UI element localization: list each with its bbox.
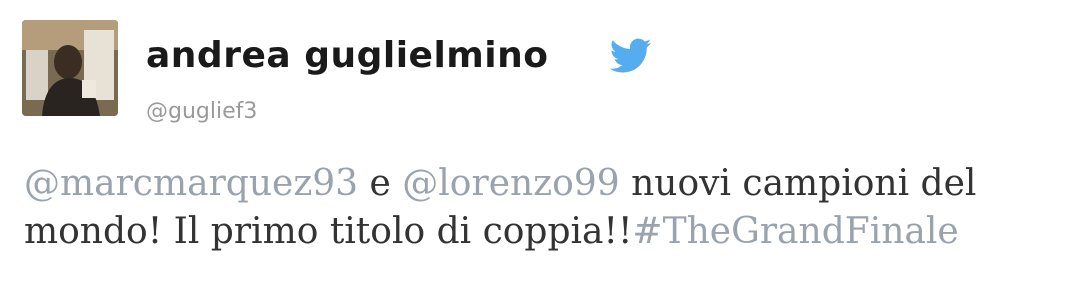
- hashtag-link[interactable]: #TheGrandFinale: [632, 211, 958, 252]
- display-name[interactable]: andrea guglielmino: [146, 36, 549, 76]
- mention-link[interactable]: @lorenzo99: [402, 163, 619, 204]
- tweet-text: @marcmarquez93 e @lorenzo99 nuovi campio…: [24, 160, 1054, 256]
- tweet-card: andrea guglielmino @guglief3 @marcmarque…: [0, 0, 1072, 281]
- avatar-photo-icon: [22, 20, 118, 116]
- tweet-text-segment: e: [358, 163, 403, 204]
- user-handle[interactable]: @guglief3: [146, 98, 257, 126]
- twitter-bird-icon: [610, 38, 652, 73]
- mention-link[interactable]: @marcmarquez93: [24, 163, 358, 204]
- user-avatar[interactable]: [22, 20, 118, 116]
